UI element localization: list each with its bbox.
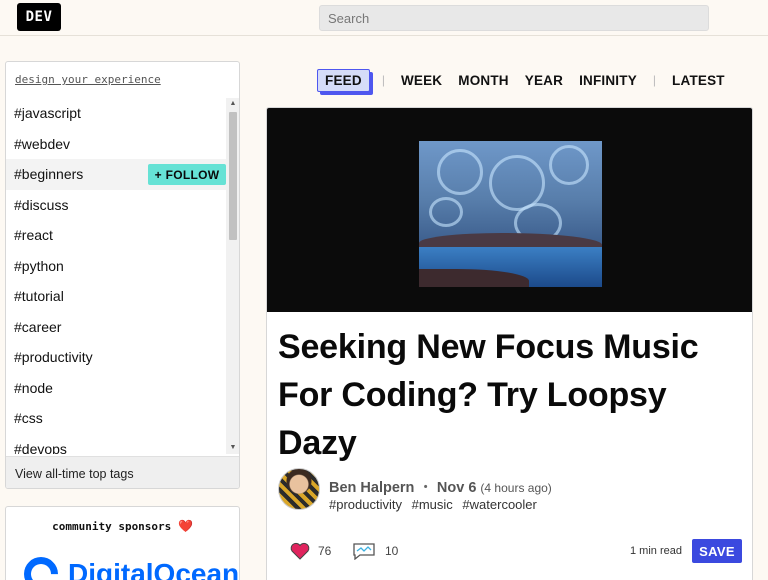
design-experience-link[interactable]: design your experience [15, 73, 161, 86]
cover-artwork [419, 141, 602, 287]
tag-label: #tutorial [14, 288, 64, 305]
tag-item-career[interactable]: #career [6, 312, 226, 343]
swirl-shape [437, 149, 483, 195]
tag-list: #javascript #webdev #beginners + FOLLOW … [6, 98, 226, 454]
tag-item-devops[interactable]: #devops [6, 434, 226, 454]
article-tag[interactable]: #productivity [329, 497, 402, 512]
tag-label: #career [14, 318, 62, 335]
tab-feed[interactable]: FEED [317, 68, 370, 92]
article-title[interactable]: Seeking New Focus Music For Coding? Try … [278, 323, 743, 467]
sponsors-title: community sponsors ❤️ [6, 519, 239, 533]
tag-label: #node [14, 379, 53, 396]
tag-label: #productivity [14, 349, 93, 366]
scroll-up-arrow-icon[interactable]: ▲ [226, 98, 239, 110]
swirl-shape [429, 197, 463, 227]
tag-label: #beginners [14, 166, 84, 183]
tab-divider: | [381, 73, 385, 87]
digitalocean-logo[interactable]: DigitalOcean [16, 549, 240, 580]
reaction-count: 76 [318, 544, 332, 558]
tag-item-node[interactable]: #node [6, 373, 226, 404]
avatar[interactable] [278, 468, 320, 510]
tag-label: #devops [14, 440, 67, 454]
tag-item-beginners[interactable]: #beginners + FOLLOW [6, 159, 226, 190]
tab-month[interactable]: MONTH [458, 73, 509, 88]
feed-tabs: FEED | WEEK MONTH YEAR INFINITY | LATEST [317, 68, 741, 92]
article-footer: 76 10 1 min read SAVE [289, 538, 744, 564]
tab-infinity[interactable]: INFINITY [579, 73, 637, 88]
tag-label: #css [14, 410, 43, 427]
heart-reaction-icon[interactable] [289, 542, 311, 560]
tag-item-react[interactable]: #react [6, 220, 226, 251]
tab-week[interactable]: WEEK [401, 73, 442, 88]
separator-dot: ・ [418, 480, 433, 496]
cover-image[interactable] [267, 108, 752, 312]
dev-logo[interactable]: DEV [17, 3, 61, 31]
heart-icon: ❤️ [177, 519, 193, 533]
read-time: 1 min read [630, 545, 682, 557]
author-name[interactable]: Ben Halpern [329, 480, 414, 496]
comment-icon[interactable] [352, 542, 376, 560]
tag-item-css[interactable]: #css [6, 403, 226, 434]
sponsors-panel: community sponsors ❤️ DigitalOcean [5, 506, 240, 580]
article-tag[interactable]: #watercooler [462, 497, 536, 512]
save-button[interactable]: SAVE [692, 539, 742, 563]
tags-panel: design your experience #javascript #webd… [5, 61, 240, 489]
tag-item-javascript[interactable]: #javascript [6, 98, 226, 129]
view-all-tags-link[interactable]: View all-time top tags [6, 456, 239, 488]
tag-item-python[interactable]: #python [6, 251, 226, 282]
tag-item-discuss[interactable]: #discuss [6, 190, 226, 221]
top-bar: DEV [0, 0, 768, 36]
relative-time: (4 hours ago) [480, 481, 552, 495]
article-tags: #productivity #music #watercooler [329, 497, 543, 512]
tag-list-scrollbar[interactable]: ▲ ▼ [226, 98, 239, 454]
tag-label: #webdev [14, 135, 71, 152]
comment-count: 10 [385, 544, 399, 558]
tag-label: #react [14, 227, 53, 244]
tag-item-webdev[interactable]: #webdev [6, 129, 226, 160]
tag-item-tutorial[interactable]: #tutorial [6, 281, 226, 312]
tag-label: #javascript [14, 105, 81, 122]
article-tag[interactable]: #music [412, 497, 453, 512]
tab-year[interactable]: YEAR [525, 73, 563, 88]
follow-button[interactable]: + FOLLOW [148, 164, 226, 185]
scroll-thumb[interactable] [229, 112, 237, 240]
tag-label: #python [14, 257, 64, 274]
article-card[interactable]: Seeking New Focus Music For Coding? Try … [266, 107, 753, 580]
swirl-shape [549, 145, 589, 185]
post-date[interactable]: Nov 6 [437, 480, 477, 496]
tab-divider: | [652, 73, 657, 87]
sponsors-title-text: community sponsors [52, 520, 172, 533]
tab-latest[interactable]: LATEST [672, 73, 725, 88]
tag-item-productivity[interactable]: #productivity [6, 342, 226, 373]
author-row: Ben Halpern ・ Nov 6 (4 hours ago) #producti… [278, 468, 743, 518]
tag-label: #discuss [14, 196, 69, 213]
digitalocean-mark-icon [16, 549, 66, 580]
author-line: Ben Halpern ・ Nov 6 (4 hours ago) [329, 476, 552, 497]
scroll-down-arrow-icon[interactable]: ▼ [226, 442, 239, 454]
search-input[interactable] [319, 5, 709, 31]
sponsor-name: DigitalOcean [68, 558, 240, 580]
